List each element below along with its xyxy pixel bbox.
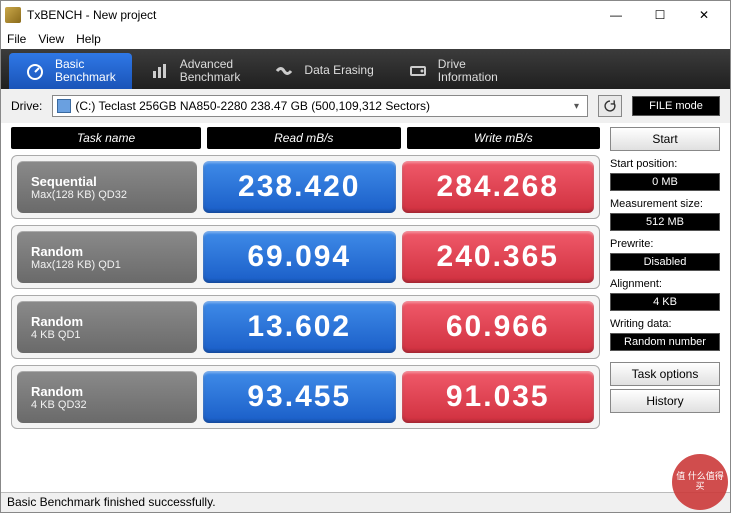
refresh-button[interactable]: [598, 95, 622, 117]
tabbar: Basic Benchmark Advanced Benchmark Data …: [1, 49, 730, 89]
menu-view[interactable]: View: [38, 32, 64, 46]
write-value: 60.966: [402, 301, 595, 353]
prewrite-label: Prewrite:: [610, 238, 720, 250]
drivebar: Drive: (C:) Teclast 256GB NA850-2280 238…: [1, 89, 730, 123]
tab-advanced-benchmark[interactable]: Advanced Benchmark: [134, 53, 257, 89]
task-cell[interactable]: Random4 KB QD1: [17, 301, 197, 353]
writedata-select[interactable]: Random number: [610, 333, 720, 351]
drive-icon: [408, 61, 428, 81]
task-options-button[interactable]: Task options: [610, 362, 720, 386]
close-button[interactable]: ✕: [682, 1, 726, 29]
read-value: 69.094: [203, 231, 396, 283]
startpos-label: Start position:: [610, 158, 720, 170]
writedata-label: Writing data:: [610, 318, 720, 330]
meassize-label: Measurement size:: [610, 198, 720, 210]
result-row: Random4 KB QD1 13.602 60.966: [11, 295, 600, 359]
write-value: 284.268: [402, 161, 595, 213]
results-panel: Task name Read mB/s Write mB/s Sequentia…: [11, 127, 600, 511]
tab-data-erasing[interactable]: Data Erasing: [258, 53, 389, 89]
task-sub: Max(128 KB) QD1: [31, 259, 183, 271]
task-cell[interactable]: Random4 KB QD32: [17, 371, 197, 423]
bars-icon: [150, 61, 170, 81]
statusbar: Basic Benchmark finished successfully.: [1, 492, 730, 512]
read-value: 238.420: [203, 161, 396, 213]
minimize-button[interactable]: —: [594, 1, 638, 29]
task-title: Random: [31, 314, 183, 329]
meassize-select[interactable]: 512 MB: [610, 213, 720, 231]
file-mode-button[interactable]: FILE mode: [632, 96, 720, 116]
header-read: Read mB/s: [207, 127, 401, 149]
header-row: Task name Read mB/s Write mB/s: [11, 127, 600, 149]
task-title: Random: [31, 384, 183, 399]
tab-label: Basic Benchmark: [55, 58, 116, 84]
titlebar: TxBENCH - New project — ☐ ✕: [1, 1, 730, 29]
align-label: Alignment:: [610, 278, 720, 290]
prewrite-select[interactable]: Disabled: [610, 253, 720, 271]
tab-basic-benchmark[interactable]: Basic Benchmark: [9, 53, 132, 89]
task-cell[interactable]: RandomMax(128 KB) QD1: [17, 231, 197, 283]
start-button[interactable]: Start: [610, 127, 720, 151]
task-title: Sequential: [31, 174, 183, 189]
align-select[interactable]: 4 KB: [610, 293, 720, 311]
drive-select[interactable]: (C:) Teclast 256GB NA850-2280 238.47 GB …: [52, 95, 588, 117]
window-buttons: — ☐ ✕: [594, 1, 726, 29]
task-sub: 4 KB QD1: [31, 329, 183, 341]
app-icon: [5, 7, 21, 23]
gauge-icon: [25, 61, 45, 81]
tab-label: Data Erasing: [304, 64, 373, 77]
history-button[interactable]: History: [610, 389, 720, 413]
header-write: Write mB/s: [407, 127, 601, 149]
window-title: TxBENCH - New project: [27, 8, 594, 22]
watermark: 值 什么值得买: [672, 454, 728, 510]
header-task-name: Task name: [11, 127, 201, 149]
read-value: 13.602: [203, 301, 396, 353]
erase-icon: [274, 61, 294, 81]
result-row: SequentialMax(128 KB) QD32 238.420 284.2…: [11, 155, 600, 219]
task-title: Random: [31, 244, 183, 259]
tab-drive-information[interactable]: Drive Information: [392, 53, 514, 89]
task-sub: Max(128 KB) QD32: [31, 189, 183, 201]
startpos-select[interactable]: 0 MB: [610, 173, 720, 191]
task-sub: 4 KB QD32: [31, 399, 183, 411]
tab-label: Drive Information: [438, 58, 498, 84]
write-value: 91.035: [402, 371, 595, 423]
task-cell[interactable]: SequentialMax(128 KB) QD32: [17, 161, 197, 213]
menu-file[interactable]: File: [7, 32, 26, 46]
tab-label: Advanced Benchmark: [180, 58, 241, 84]
result-row: RandomMax(128 KB) QD1 69.094 240.365: [11, 225, 600, 289]
result-row: Random4 KB QD32 93.455 91.035: [11, 365, 600, 429]
menu-help[interactable]: Help: [76, 32, 101, 46]
hdd-icon: [57, 99, 71, 113]
refresh-icon: [603, 99, 617, 113]
main: Task name Read mB/s Write mB/s Sequentia…: [1, 123, 730, 511]
drive-label: Drive:: [11, 99, 42, 113]
maximize-button[interactable]: ☐: [638, 1, 682, 29]
write-value: 240.365: [402, 231, 595, 283]
drive-selected: (C:) Teclast 256GB NA850-2280 238.47 GB …: [75, 99, 430, 113]
read-value: 93.455: [203, 371, 396, 423]
chevron-down-icon: ▾: [570, 101, 583, 112]
menubar: File View Help: [1, 29, 730, 49]
